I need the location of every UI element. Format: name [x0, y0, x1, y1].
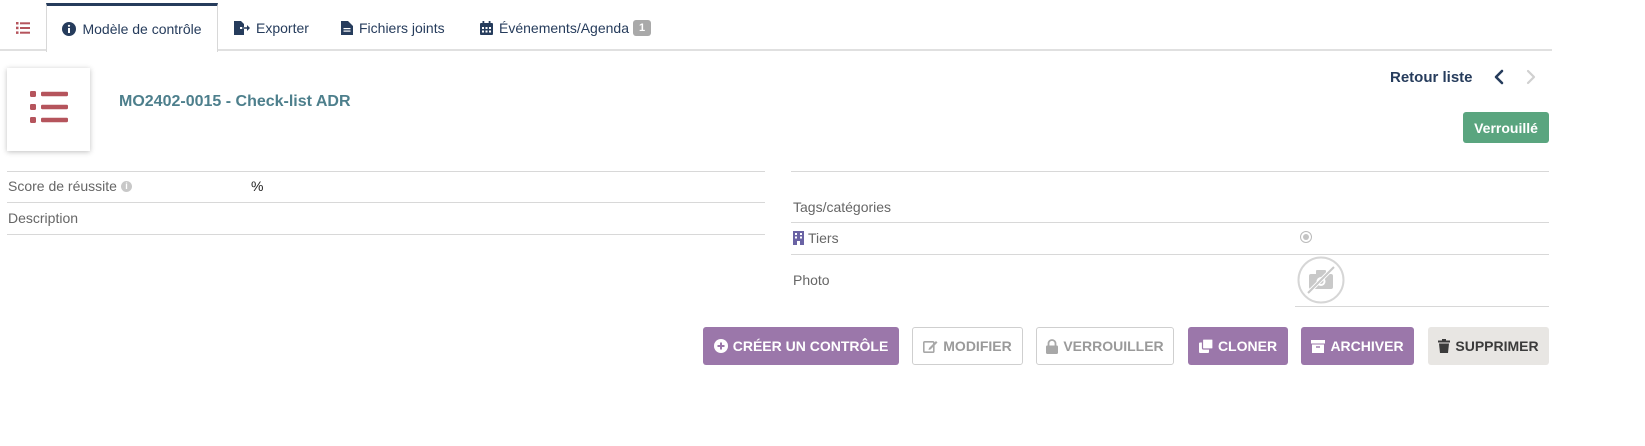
list-icon [16, 21, 30, 34]
plus-circle-icon [713, 339, 728, 353]
divider [7, 171, 765, 172]
archive-icon [1311, 339, 1326, 353]
tiers-label: Tiers [793, 230, 839, 246]
lock-button[interactable]: Verrouiller [1036, 327, 1174, 365]
photo-label: Photo [793, 272, 830, 288]
divider [7, 202, 765, 203]
divider [791, 222, 1549, 223]
agenda-count-badge: 1 [632, 19, 652, 36]
file-icon [341, 20, 353, 35]
modify-button[interactable]: Modifier [912, 327, 1023, 365]
tab-modele-label: Modèle de contrôle [82, 21, 202, 37]
tab-fichiers-label: Fichiers joints [359, 19, 445, 36]
divider [791, 254, 1549, 255]
tab-fichiers-joints[interactable]: Fichiers joints [341, 4, 445, 51]
tab-modele-controle[interactable]: Modèle de contrôle [46, 3, 218, 52]
no-photo-icon[interactable] [1297, 256, 1345, 304]
tab-agenda-label: Événements/Agenda [499, 19, 629, 36]
status-badge: Verrouillé [1463, 112, 1549, 143]
divider [1295, 306, 1549, 307]
building-icon [793, 231, 804, 245]
list-icon [29, 91, 68, 128]
tab-exporter-label: Exporter [256, 19, 309, 36]
tab-exporter[interactable]: Exporter [234, 4, 309, 51]
copy-icon [1198, 339, 1213, 353]
calendar-icon [480, 20, 493, 35]
info-circle-icon [62, 22, 77, 36]
object-thumbnail [7, 68, 90, 151]
trash-icon [1438, 339, 1451, 353]
record-ref-title: MO2402-0015 - Check-list ADR [119, 93, 351, 110]
export-icon [234, 20, 250, 35]
tab-bar: Modèle de contrôle Exporter Fichiers joi… [0, 0, 1552, 52]
archive-button[interactable]: Archiver [1301, 327, 1414, 365]
delete-button[interactable]: Supprimer [1428, 327, 1549, 365]
divider [7, 234, 765, 235]
divider [791, 171, 1549, 172]
chevron-right-icon[interactable] [1525, 69, 1541, 87]
chevron-left-icon[interactable] [1493, 69, 1509, 87]
tab-list[interactable] [6, 4, 46, 51]
description-label: Description [8, 210, 79, 226]
edit-icon [923, 339, 938, 353]
lock-icon [1046, 338, 1059, 354]
tiers-radio[interactable] [1300, 231, 1312, 243]
info-icon[interactable]: i [120, 180, 132, 192]
clone-button[interactable]: Cloner [1188, 327, 1288, 365]
create-control-button[interactable]: Créer un contrôle [703, 327, 899, 365]
score-label: Score de réussite i [8, 178, 132, 194]
score-value: % [251, 178, 264, 194]
tab-agenda[interactable]: Événements/Agenda 1 [480, 4, 652, 51]
back-to-list-link[interactable]: Retour liste [1390, 69, 1473, 86]
tags-label: Tags/catégories [793, 199, 892, 215]
